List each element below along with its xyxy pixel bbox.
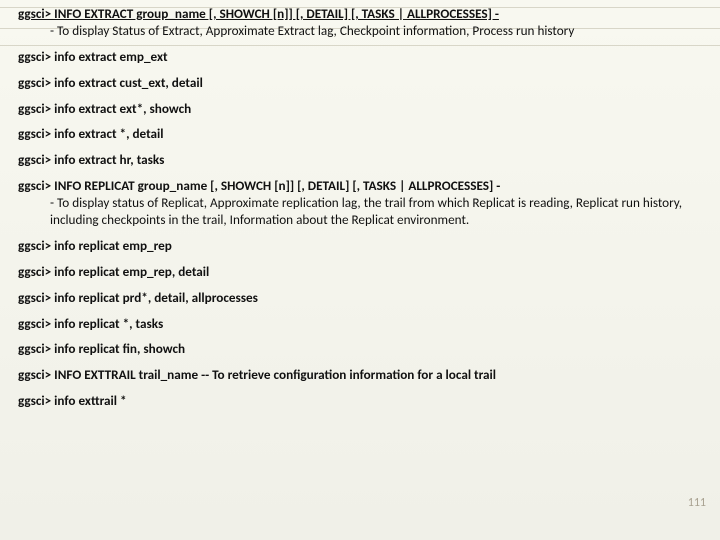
command-example: ggsci> info exttrail *	[18, 393, 702, 410]
command-example: ggsci> info extract emp_ext	[18, 49, 702, 66]
command-example: ggsci> info extract hr, tasks	[18, 152, 702, 169]
command-example: ggsci> info extract *, detail	[18, 126, 702, 143]
command-description: - To display Status of Extract, Approxim…	[18, 23, 702, 40]
entry-info-replicat: ggsci> INFO REPLICAT group_name [, SHOWC…	[18, 178, 702, 229]
command-example: ggsci> INFO EXTTRAIL trail_name -- To re…	[18, 367, 702, 384]
command-description: - To display status of Replicat, Approxi…	[18, 195, 702, 229]
command-syntax: ggsci> INFO EXTRACT group_name [, SHOWCH…	[18, 6, 702, 23]
command-example: ggsci> info replicat prd*, detail, allpr…	[18, 290, 702, 307]
slide-content: ggsci> INFO EXTRACT group_name [, SHOWCH…	[0, 0, 720, 425]
command-example: ggsci> info replicat fin, showch	[18, 341, 702, 358]
entry-info-extract: ggsci> INFO EXTRACT group_name [, SHOWCH…	[18, 6, 702, 40]
page-number: 111	[688, 496, 706, 510]
command-syntax: ggsci> INFO REPLICAT group_name [, SHOWC…	[18, 178, 702, 195]
command-example: ggsci> info replicat emp_rep	[18, 238, 702, 255]
command-example: ggsci> info replicat emp_rep, detail	[18, 264, 702, 281]
command-example: ggsci> info extract cust_ext, detail	[18, 75, 702, 92]
command-example: ggsci> info extract ext*, showch	[18, 101, 702, 118]
command-example: ggsci> info replicat *, tasks	[18, 316, 702, 333]
